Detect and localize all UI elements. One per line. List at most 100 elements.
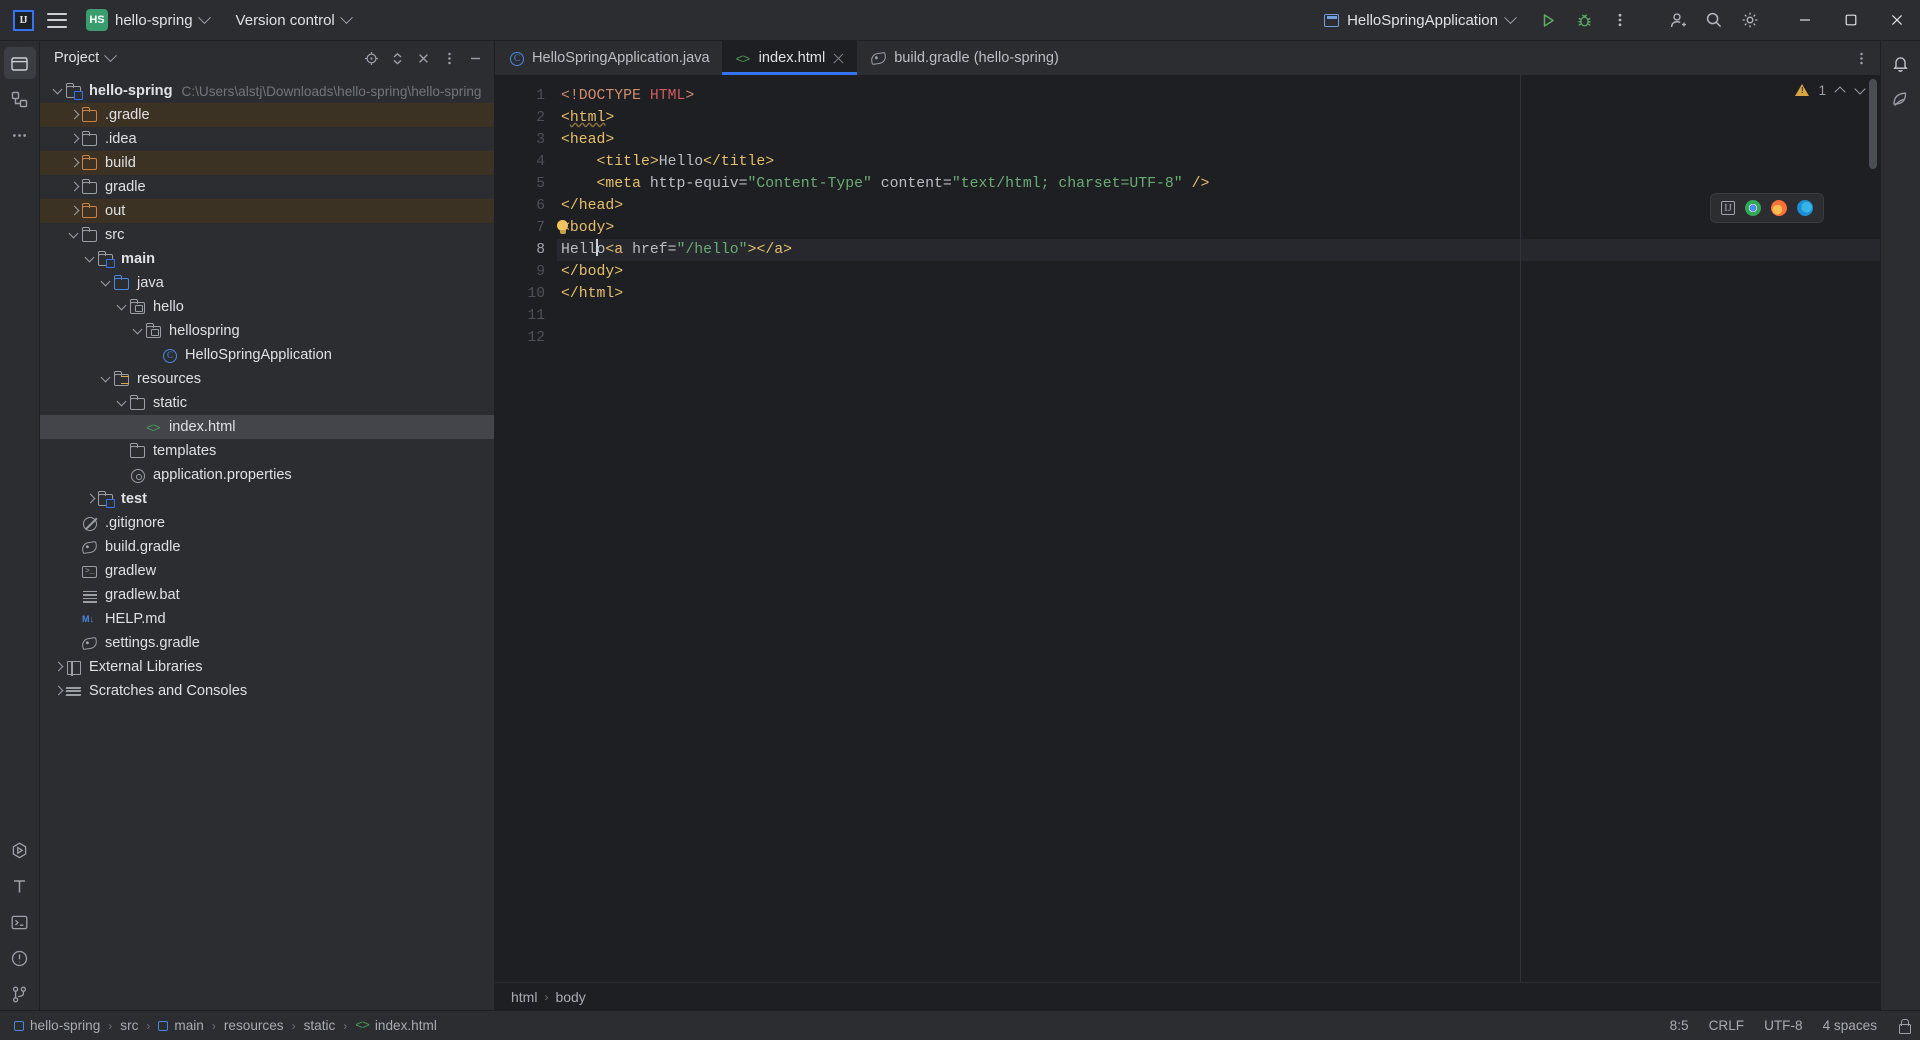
tree-item-java[interactable]: java <box>40 271 494 295</box>
code-line[interactable]: <!DOCTYPE HTML> <box>557 85 1880 107</box>
ai-assistant-icon[interactable] <box>1885 83 1917 115</box>
tree-item-hello[interactable]: hello <box>40 295 494 319</box>
tree-item-hellospringapplication[interactable]: C HelloSpringApplication <box>40 343 494 367</box>
tree-item-main[interactable]: main <box>40 247 494 271</box>
intellij-browser-icon[interactable]: IJ <box>1721 201 1735 215</box>
chevron-right-icon[interactable] <box>68 108 82 122</box>
read-only-lock-icon[interactable] <box>1897 1019 1911 1034</box>
tree-item-scratches-and-consoles[interactable]: Scratches and Consoles <box>40 679 494 703</box>
tree-item-gradle[interactable]: .gradle <box>40 103 494 127</box>
line-separator[interactable]: CRLF <box>1709 1018 1745 1033</box>
tree-item-hellospring[interactable]: hellospring <box>40 319 494 343</box>
code-line[interactable]: </head> <box>557 195 1880 217</box>
tree-item-gradle[interactable]: gradle <box>40 175 494 199</box>
tree-item-external-libraries[interactable]: External Libraries <box>40 655 494 679</box>
close-window-button[interactable] <box>1874 0 1920 41</box>
chevron-down-icon[interactable] <box>116 396 130 410</box>
status-path-item[interactable]: static <box>304 1018 336 1033</box>
chevron-down-icon[interactable] <box>1855 85 1866 96</box>
hamburger-menu-icon[interactable] <box>40 3 74 37</box>
code-line[interactable]: <head> <box>557 129 1880 151</box>
tree-item-static[interactable]: static <box>40 391 494 415</box>
chevron-right-icon[interactable] <box>68 180 82 194</box>
sidebar-item-version-control[interactable] <box>4 978 36 1010</box>
select-opened-file-button[interactable] <box>358 45 384 71</box>
code-line[interactable] <box>557 305 1880 327</box>
chevron-right-icon[interactable] <box>52 660 66 674</box>
maximize-window-button[interactable] <box>1828 0 1874 41</box>
notifications-bell-icon[interactable] <box>1885 47 1917 79</box>
tree-item-resources[interactable]: resources <box>40 367 494 391</box>
sidebar-item-run[interactable] <box>4 834 36 866</box>
tree-item-out[interactable]: out <box>40 199 494 223</box>
tree-item-build-gradle[interactable]: build.gradle <box>40 535 494 559</box>
breadcrumb-item[interactable]: body <box>555 989 585 1005</box>
editor-tab-build[interactable]: build.gradle (hello-spring) <box>857 41 1071 75</box>
tree-item-gradlew[interactable]: >_ gradlew <box>40 559 494 583</box>
tree-item-build[interactable]: build <box>40 151 494 175</box>
run-configuration-selector[interactable]: HelloSpringApplication <box>1315 6 1524 34</box>
more-actions-button[interactable] <box>1602 3 1638 37</box>
minimize-panel-button[interactable] <box>462 45 488 71</box>
editor-tab-bar[interactable]: C HelloSpringApplication.java <> index.html… <box>495 41 1880 75</box>
hide-panel-button[interactable] <box>410 45 436 71</box>
settings-gear-icon[interactable] <box>1732 3 1768 37</box>
status-path-item[interactable]: src <box>120 1018 138 1033</box>
sidebar-item-terminal[interactable] <box>4 906 36 938</box>
inspection-widget[interactable]: 1 <box>1795 83 1866 98</box>
editor-more-options-icon[interactable] <box>1848 45 1874 71</box>
editor-code[interactable]: <!DOCTYPE HTML> <html> <head> <title>Hello… <box>557 75 1880 982</box>
code-line[interactable]: <body> <box>557 217 1880 239</box>
status-path-item[interactable]: <> index.html <box>355 1018 437 1033</box>
browser-preview-toolbar[interactable]: IJ <box>1710 193 1824 223</box>
editor-area[interactable]: 1 2 3 4 5 6 7 8 9 10 11 12 <!DOCTYPE HTML> <html> <he… <box>495 75 1880 982</box>
tree-item-application-properties[interactable]: application.properties <box>40 463 494 487</box>
sidebar-item-project[interactable] <box>3 47 36 79</box>
breadcrumb-item[interactable]: html <box>511 989 537 1005</box>
status-path-item[interactable]: resources <box>224 1018 284 1033</box>
tree-item-test[interactable]: test <box>40 487 494 511</box>
firefox-icon[interactable] <box>1771 200 1787 216</box>
code-line[interactable]: <html> <box>557 107 1880 129</box>
minimize-window-button[interactable] <box>1782 0 1828 41</box>
version-control-menu[interactable]: Version control <box>227 6 360 34</box>
collapse-all-button[interactable] <box>384 45 410 71</box>
editor-tab-index[interactable]: <> index.html <box>721 41 858 75</box>
chevron-right-icon[interactable] <box>68 204 82 218</box>
chevron-down-icon[interactable] <box>116 300 130 314</box>
tree-item-hello-spring[interactable]: hello-spring C:\Users\alstj\Downloads\hel… <box>40 79 494 103</box>
search-icon[interactable] <box>1696 3 1732 37</box>
code-line[interactable]: Hello<a href="/hello"></a> <box>557 239 1880 261</box>
chevron-down-icon[interactable] <box>52 84 66 98</box>
chevron-up-icon[interactable] <box>1835 85 1846 96</box>
sidebar-item-structure[interactable] <box>4 83 36 115</box>
tree-item-gitignore[interactable]: .gitignore <box>40 511 494 535</box>
tree-item-src[interactable]: src <box>40 223 494 247</box>
close-tab-icon[interactable] <box>832 52 845 65</box>
chevron-right-icon[interactable] <box>84 492 98 506</box>
project-options-button[interactable] <box>436 45 462 71</box>
editor-tab-options[interactable] <box>1848 41 1880 75</box>
tree-item-gradlew-bat[interactable]: gradlew.bat <box>40 583 494 607</box>
run-button[interactable] <box>1530 3 1566 37</box>
tree-item-help-md[interactable]: M↓ HELP.md <box>40 607 494 631</box>
status-path-item[interactable]: hello-spring <box>14 1018 100 1033</box>
code-line[interactable]: </body> <box>557 261 1880 283</box>
chevron-down-icon[interactable] <box>100 276 114 290</box>
edge-icon[interactable] <box>1797 200 1813 216</box>
editor-vertical-scrollbar[interactable] <box>1866 75 1880 982</box>
tree-item-templates[interactable]: templates <box>40 439 494 463</box>
status-path-item[interactable]: main <box>158 1018 204 1033</box>
tree-item-settings-gradle[interactable]: settings.gradle <box>40 631 494 655</box>
intellij-idea-logo-icon[interactable]: IJ <box>6 3 40 37</box>
caret-position[interactable]: 8:5 <box>1670 1018 1689 1033</box>
project-tree[interactable]: hello-spring C:\Users\alstj\Downloads\hel… <box>40 75 494 1010</box>
chevron-down-icon[interactable] <box>100 372 114 386</box>
debug-button[interactable] <box>1566 3 1602 37</box>
editor-gutter[interactable]: 1 2 3 4 5 6 7 8 9 10 11 12 <box>495 75 568 982</box>
chevron-down-icon[interactable] <box>104 48 118 62</box>
sidebar-item-problems[interactable] <box>4 942 36 974</box>
chevron-right-icon[interactable] <box>68 132 82 146</box>
chrome-icon[interactable] <box>1745 200 1761 216</box>
indent-setting[interactable]: 4 spaces <box>1823 1018 1877 1033</box>
